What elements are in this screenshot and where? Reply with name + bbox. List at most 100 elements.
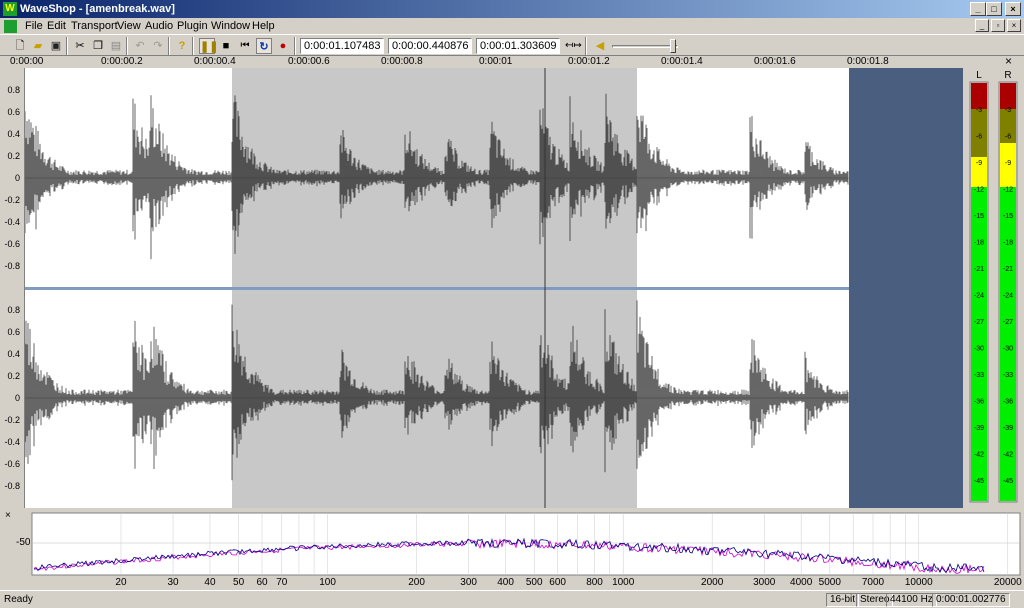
menu-transport[interactable]: Transport: [71, 20, 118, 32]
menu-window[interactable]: Window: [211, 20, 250, 32]
meter-scale-label: -24: [974, 293, 984, 300]
meter-right-label: R: [1004, 70, 1011, 81]
meter-scale-label: -9: [1005, 160, 1011, 167]
meter-scale-label: -12: [974, 187, 984, 194]
spectrum-plot-area: [31, 512, 1021, 576]
axis-label: 0.2: [7, 371, 20, 381]
beyond-end-area: [849, 68, 963, 508]
meter-scale-label: -15: [1003, 213, 1013, 220]
minimize-button[interactable]: _: [970, 2, 986, 16]
spectrum-freq-label: 20000: [994, 577, 1022, 588]
maximize-button[interactable]: □: [986, 2, 1002, 16]
menu-bar: File Edit Transport View Audio Plugin Wi…: [0, 18, 1024, 34]
time-ruler[interactable]: 0:00:00 0:00:00.2 0:00:00.4 0:00:00.6 0:…: [0, 54, 1024, 68]
ruler-label: 0:00:00.4: [194, 56, 236, 67]
spectrum-freq-label: 1000: [612, 577, 635, 588]
menu-view[interactable]: View: [117, 20, 141, 32]
axis-label: -0.4: [4, 217, 20, 227]
axis-label: -0.2: [4, 415, 20, 425]
spectrum-canvas: 20 30 40 50 60 70 100 200 300 400 500 600 800 1000 200…: [31, 512, 1022, 588]
meter-scale-label: -45: [1003, 478, 1013, 485]
volume-slider-track[interactable]: [612, 45, 678, 48]
axis-label: 0.4: [7, 129, 20, 139]
ruler-label: 0:00:01.6: [754, 56, 796, 67]
mdi-close-button[interactable]: ×: [1007, 19, 1021, 32]
axis-label: 0.6: [7, 327, 20, 337]
rewind-icon[interactable]: ⏮: [237, 38, 253, 54]
spectrum-freq-label: 600: [549, 577, 566, 588]
meter-scale-label: -33: [1003, 372, 1013, 379]
waveform-view[interactable]: [24, 68, 963, 508]
spectrum-freq-label: 20: [115, 577, 127, 588]
cut-icon[interactable]: ✂: [72, 38, 88, 54]
new-icon[interactable]: 🗋: [12, 38, 28, 54]
meter-left-label: L: [976, 70, 982, 81]
meter-scale-label: -18: [974, 240, 984, 247]
spectrum-freq-label: 50: [233, 577, 245, 588]
menu-plugin[interactable]: Plugin: [177, 20, 208, 32]
axis-label: -0.2: [4, 195, 20, 205]
status-ready: Ready: [4, 594, 33, 605]
status-samplerate: 44100 Hz: [886, 593, 937, 607]
toolbar-separator: [168, 37, 170, 55]
meter-scale-label: -33: [974, 372, 984, 379]
meter-scale-label: -9: [976, 160, 982, 167]
spectrum-freq-label: 5000: [819, 577, 842, 588]
open-icon[interactable]: ▰: [30, 38, 46, 54]
pause-icon[interactable]: ❚❚: [199, 38, 218, 54]
ruler-label: 0:00:00.2: [101, 56, 143, 67]
menu-audio[interactable]: Audio: [145, 20, 173, 32]
paste-icon[interactable]: ▤: [108, 38, 124, 54]
meter-scale-label: -42: [974, 452, 984, 459]
status-time: 0:00:01.002776: [932, 593, 1010, 607]
meter-scale-label: -45: [974, 478, 984, 485]
meter-scale-label: -27: [974, 319, 984, 326]
menu-help[interactable]: Help: [252, 20, 275, 32]
meter-scale-label: -36: [1003, 399, 1013, 406]
close-button[interactable]: ×: [1005, 2, 1021, 16]
level-meters: L R -3 -6 -9 -12 -15 -18 -21 -24 -27 -30 -33 -36 -39 -4…: [963, 68, 1024, 508]
meter-scale-label: -36: [974, 399, 984, 406]
menu-edit[interactable]: Edit: [47, 20, 66, 32]
amplitude-axis: 0.8 0.6 0.4 0.2 0 -0.2 -0.4 -0.6 -0.8 0.…: [0, 68, 25, 508]
mdi-minimize-button[interactable]: _: [975, 19, 989, 32]
record-icon[interactable]: ●: [275, 38, 291, 54]
axis-label: 0.4: [7, 349, 20, 359]
length-field[interactable]: 0:00:00.440876: [388, 38, 472, 54]
title-bar: W WaveShop - [amenbreak.wav] _ □ ×: [0, 0, 1024, 18]
redo-icon[interactable]: ↷: [150, 38, 166, 54]
fit-icon[interactable]: ↤↦: [565, 38, 582, 54]
spectrum-freq-label: 60: [256, 577, 268, 588]
app-logo-icon: W: [3, 2, 17, 16]
meter-scale-label: -30: [1003, 346, 1013, 353]
meter-scale-label: -39: [1003, 425, 1013, 432]
channel-separator[interactable]: [25, 287, 849, 290]
volume-slider-thumb[interactable]: [670, 39, 676, 53]
help-icon[interactable]: ?: [174, 38, 190, 54]
spectrum-panel: × -50 20 30 40 50 60 70 100 200 300 400 500 600 800 1…: [0, 508, 1024, 588]
ruler-label: 0:00:01: [479, 56, 513, 67]
end-field[interactable]: 0:00:01.303609: [476, 38, 560, 54]
toolbar-separator: [126, 37, 128, 55]
loop-icon[interactable]: ↻: [256, 38, 272, 54]
meter-scale-label: -3: [976, 107, 982, 114]
stop-icon[interactable]: ■: [218, 38, 234, 54]
position-field[interactable]: 0:00:01.107483: [300, 38, 384, 54]
menu-file[interactable]: File: [25, 20, 43, 32]
ruler-label: 0:00:01.2: [568, 56, 610, 67]
spectrum-freq-label: 200: [408, 577, 425, 588]
mdi-restore-button[interactable]: ▫: [991, 19, 1005, 32]
save-icon[interactable]: ▣: [48, 38, 64, 54]
copy-icon[interactable]: ❐: [90, 38, 106, 54]
toolbar-separator: [192, 37, 194, 55]
document-icon[interactable]: [4, 20, 17, 33]
spectrum-freq-label: 30: [167, 577, 179, 588]
axis-label: 0: [14, 173, 20, 183]
axis-label: 0.6: [7, 107, 20, 117]
undo-icon[interactable]: ↶: [132, 38, 148, 54]
meter-close-icon[interactable]: ×: [1005, 54, 1012, 68]
waveform-canvas[interactable]: [24, 68, 963, 508]
meter-scale-label: -24: [1003, 293, 1013, 300]
volume-icon[interactable]: ◀: [592, 38, 608, 54]
axis-label: 0: [14, 393, 20, 403]
